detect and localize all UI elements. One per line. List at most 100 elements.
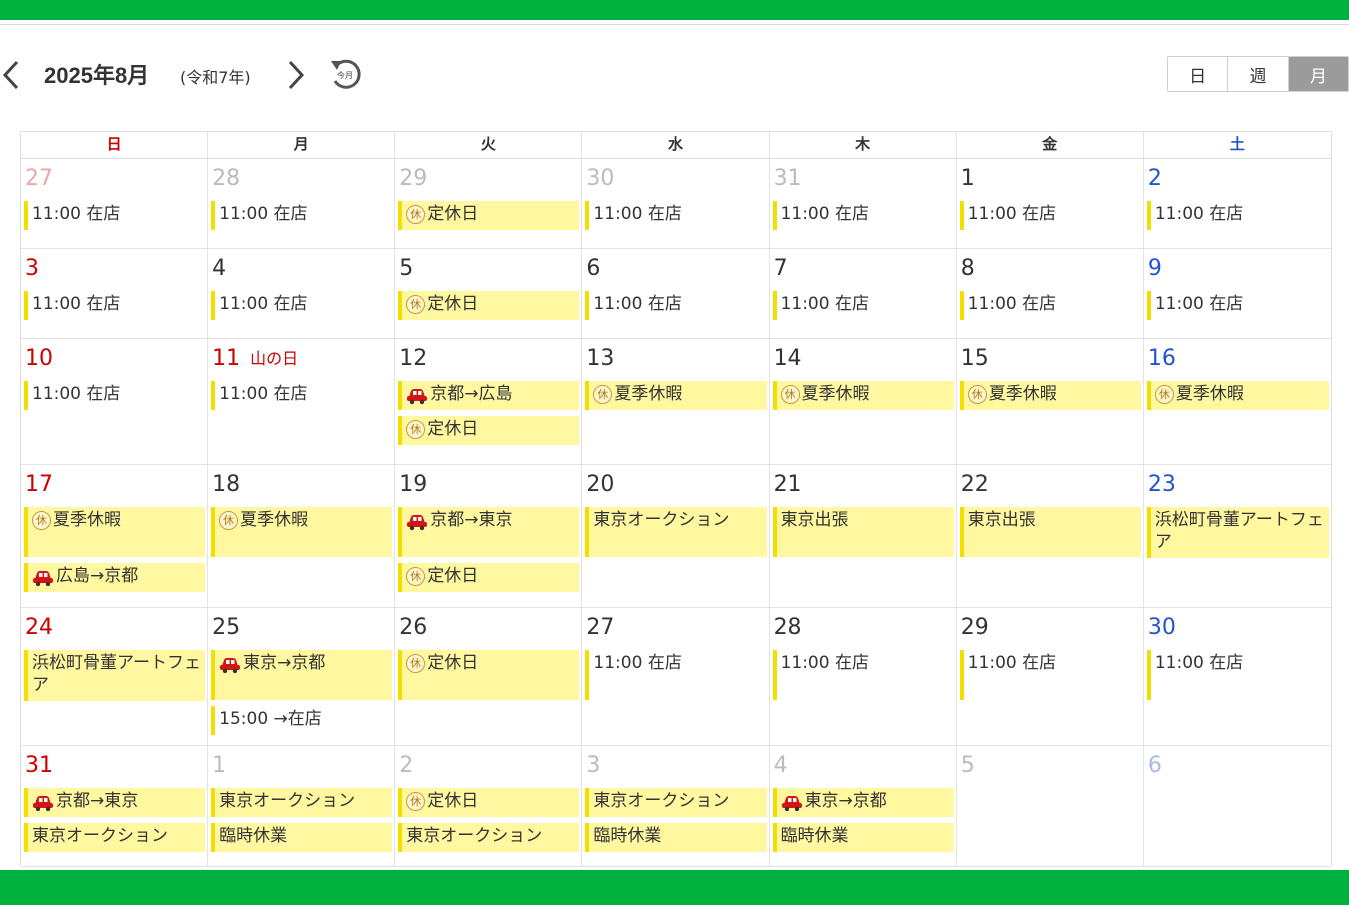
calendar-day-cell[interactable]: 3 11:00 在店	[21, 249, 209, 338]
car-icon	[781, 792, 803, 812]
calendar-event[interactable]: 11:00 在店	[211, 291, 392, 320]
calendar-event[interactable]: 東京オークション	[211, 788, 393, 817]
calendar-event[interactable]: 臨時休業	[585, 823, 767, 852]
calendar-day-cell[interactable]: 24 浜松町骨董アートフェア	[21, 608, 209, 745]
calendar-event[interactable]: 浜松町骨董アートフェア	[1146, 507, 1329, 558]
calendar-event[interactable]: 東京出張	[959, 507, 1141, 557]
calendar-day-cell[interactable]: 29 11:00 在店	[957, 608, 1144, 745]
calendar-event[interactable]: 11:00 在店	[24, 291, 205, 320]
calendar-event[interactable]: 休夏季休暇	[24, 507, 206, 557]
calendar-day-cell[interactable]: 30 11:00 在店	[1144, 608, 1331, 745]
calendar-event[interactable]: 11:00 在店	[959, 291, 1141, 320]
calendar-day-cell[interactable]: 28 11:00 在店	[208, 159, 396, 248]
next-month-button[interactable]	[282, 58, 308, 92]
calendar-event[interactable]: 東京出張	[772, 507, 954, 557]
calendar-day-cell[interactable]: 5 休定休日	[395, 249, 583, 338]
holiday-closed-icon: 休	[1154, 385, 1174, 404]
calendar-day-cell[interactable]: 23 浜松町骨董アートフェア	[1144, 465, 1331, 607]
calendar-day-cell[interactable]: 4 東京→京都 臨時休業	[770, 746, 957, 866]
calendar-event[interactable]: 京都→東京	[24, 788, 206, 817]
calendar-event[interactable]: 11:00 在店	[1146, 201, 1329, 230]
calendar-day-cell[interactable]: 1 11:00 在店	[957, 159, 1144, 248]
calendar-event[interactable]: 11:00 在店	[585, 650, 766, 700]
calendar-day-cell[interactable]: 13 休夏季休暇	[582, 339, 770, 464]
calendar-day-cell[interactable]: 27 11:00 在店	[21, 159, 209, 248]
calendar-day-cell[interactable]: 5	[957, 746, 1144, 866]
calendar-event[interactable]: 11:00 在店	[585, 291, 766, 320]
calendar-event[interactable]: 広島→京都	[24, 563, 206, 592]
calendar-day-cell[interactable]: 31 11:00 在店	[770, 159, 957, 248]
calendar-event[interactable]: 休定休日	[398, 788, 580, 817]
calendar-event[interactable]: 11:00 在店	[24, 201, 205, 230]
calendar-event[interactable]: 休定休日	[398, 416, 580, 445]
calendar-event[interactable]: 臨時休業	[211, 823, 393, 852]
calendar-day-cell[interactable]: 6	[1144, 746, 1331, 866]
calendar-day-cell[interactable]: 16 休夏季休暇	[1144, 339, 1331, 464]
calendar-day-cell[interactable]: 26 休定休日	[395, 608, 583, 745]
calendar-day-cell[interactable]: 28 11:00 在店	[770, 608, 957, 745]
calendar-day-cell[interactable]: 15 休夏季休暇	[957, 339, 1144, 464]
calendar-event[interactable]: 東京→京都	[772, 788, 954, 817]
calendar-day-cell[interactable]: 14 休夏季休暇	[770, 339, 957, 464]
calendar-day-cell[interactable]: 20 東京オークション	[582, 465, 770, 607]
calendar-event[interactable]: 臨時休業	[772, 823, 954, 852]
view-day-button[interactable]: 日	[1168, 57, 1229, 91]
calendar-day-cell[interactable]: 11 山の日 11:00 在店	[208, 339, 396, 464]
calendar-event[interactable]: 東京オークション	[24, 823, 206, 852]
calendar-event[interactable]: 11:00 在店	[585, 201, 766, 230]
calendar-event[interactable]: 浜松町骨董アートフェア	[24, 650, 206, 701]
calendar-event[interactable]: 休夏季休暇	[1146, 381, 1329, 410]
calendar-event[interactable]: 休夏季休暇	[772, 381, 954, 410]
calendar-event[interactable]: 休定休日	[398, 650, 580, 700]
calendar-event[interactable]: 休定休日	[398, 291, 580, 320]
calendar-event[interactable]: 休夏季休暇	[585, 381, 767, 410]
calendar-day-cell[interactable]: 12 京都→広島休定休日	[395, 339, 583, 464]
calendar-event[interactable]: 11:00 在店	[772, 650, 954, 700]
calendar-day-cell[interactable]: 31 京都→東京 東京オークション	[21, 746, 209, 866]
calendar-event[interactable]: 京都→東京	[398, 507, 580, 557]
calendar-day-cell[interactable]: 22 東京出張	[957, 465, 1144, 607]
calendar-event[interactable]: 休定休日	[398, 563, 580, 592]
calendar-event[interactable]: 11:00 在店	[1146, 291, 1329, 320]
calendar-day-cell[interactable]: 6 11:00 在店	[582, 249, 770, 338]
calendar-event[interactable]: 休夏季休暇	[959, 381, 1141, 410]
calendar-day-cell[interactable]: 10 11:00 在店	[21, 339, 209, 464]
calendar-event[interactable]: 東京オークション	[398, 823, 580, 852]
view-week-button[interactable]: 週	[1228, 57, 1289, 91]
calendar-event[interactable]: 東京→京都	[211, 650, 393, 700]
calendar-day-cell[interactable]: 25 東京→京都 15:00 →在店	[208, 608, 396, 745]
calendar-event[interactable]: 東京オークション	[585, 507, 767, 557]
calendar-day-cell[interactable]: 21 東京出張	[770, 465, 957, 607]
calendar-day-cell[interactable]: 30 11:00 在店	[582, 159, 770, 248]
calendar-event[interactable]: 11:00 在店	[211, 201, 392, 230]
calendar-event[interactable]: 休夏季休暇	[211, 507, 393, 557]
calendar-event[interactable]: 京都→広島	[398, 381, 580, 410]
view-month-button[interactable]: 月	[1288, 57, 1348, 91]
calendar-event[interactable]: 11:00 在店	[959, 201, 1141, 230]
calendar-day-cell[interactable]: 19 京都→東京休定休日	[395, 465, 583, 607]
calendar-day-cell[interactable]: 8 11:00 在店	[957, 249, 1144, 338]
calendar-day-cell[interactable]: 27 11:00 在店	[582, 608, 770, 745]
calendar-event[interactable]: 東京オークション	[585, 788, 767, 817]
calendar-event[interactable]: 11:00 在店	[1146, 650, 1329, 700]
calendar-day-cell[interactable]: 2 11:00 在店	[1144, 159, 1331, 248]
this-month-button[interactable]: 今月	[328, 56, 364, 92]
calendar-day-cell[interactable]: 7 11:00 在店	[770, 249, 957, 338]
calendar-day-cell[interactable]: 3 東京オークション 臨時休業	[582, 746, 770, 866]
calendar-day-cell[interactable]: 1 東京オークション 臨時休業	[208, 746, 396, 866]
calendar-day-cell[interactable]: 9 11:00 在店	[1144, 249, 1331, 338]
calendar-day-cell[interactable]: 18 休夏季休暇	[208, 465, 396, 607]
calendar-event[interactable]: 11:00 在店	[772, 291, 954, 320]
prev-month-button[interactable]	[0, 58, 26, 92]
calendar-day-cell[interactable]: 4 11:00 在店	[208, 249, 396, 338]
calendar-day-cell[interactable]: 29 休定休日	[395, 159, 583, 248]
calendar-day-cell[interactable]: 17 休夏季休暇 広島→京都	[21, 465, 209, 607]
calendar-event[interactable]: 11:00 在店	[772, 201, 954, 230]
calendar-event[interactable]: 休定休日	[398, 201, 580, 230]
date-line: 20	[586, 471, 766, 501]
calendar-event[interactable]: 15:00 →在店	[211, 706, 392, 735]
calendar-event[interactable]: 11:00 在店	[211, 381, 392, 410]
calendar-event[interactable]: 11:00 在店	[24, 381, 205, 410]
calendar-day-cell[interactable]: 2 休定休日 東京オークション	[395, 746, 583, 866]
calendar-event[interactable]: 11:00 在店	[959, 650, 1141, 700]
